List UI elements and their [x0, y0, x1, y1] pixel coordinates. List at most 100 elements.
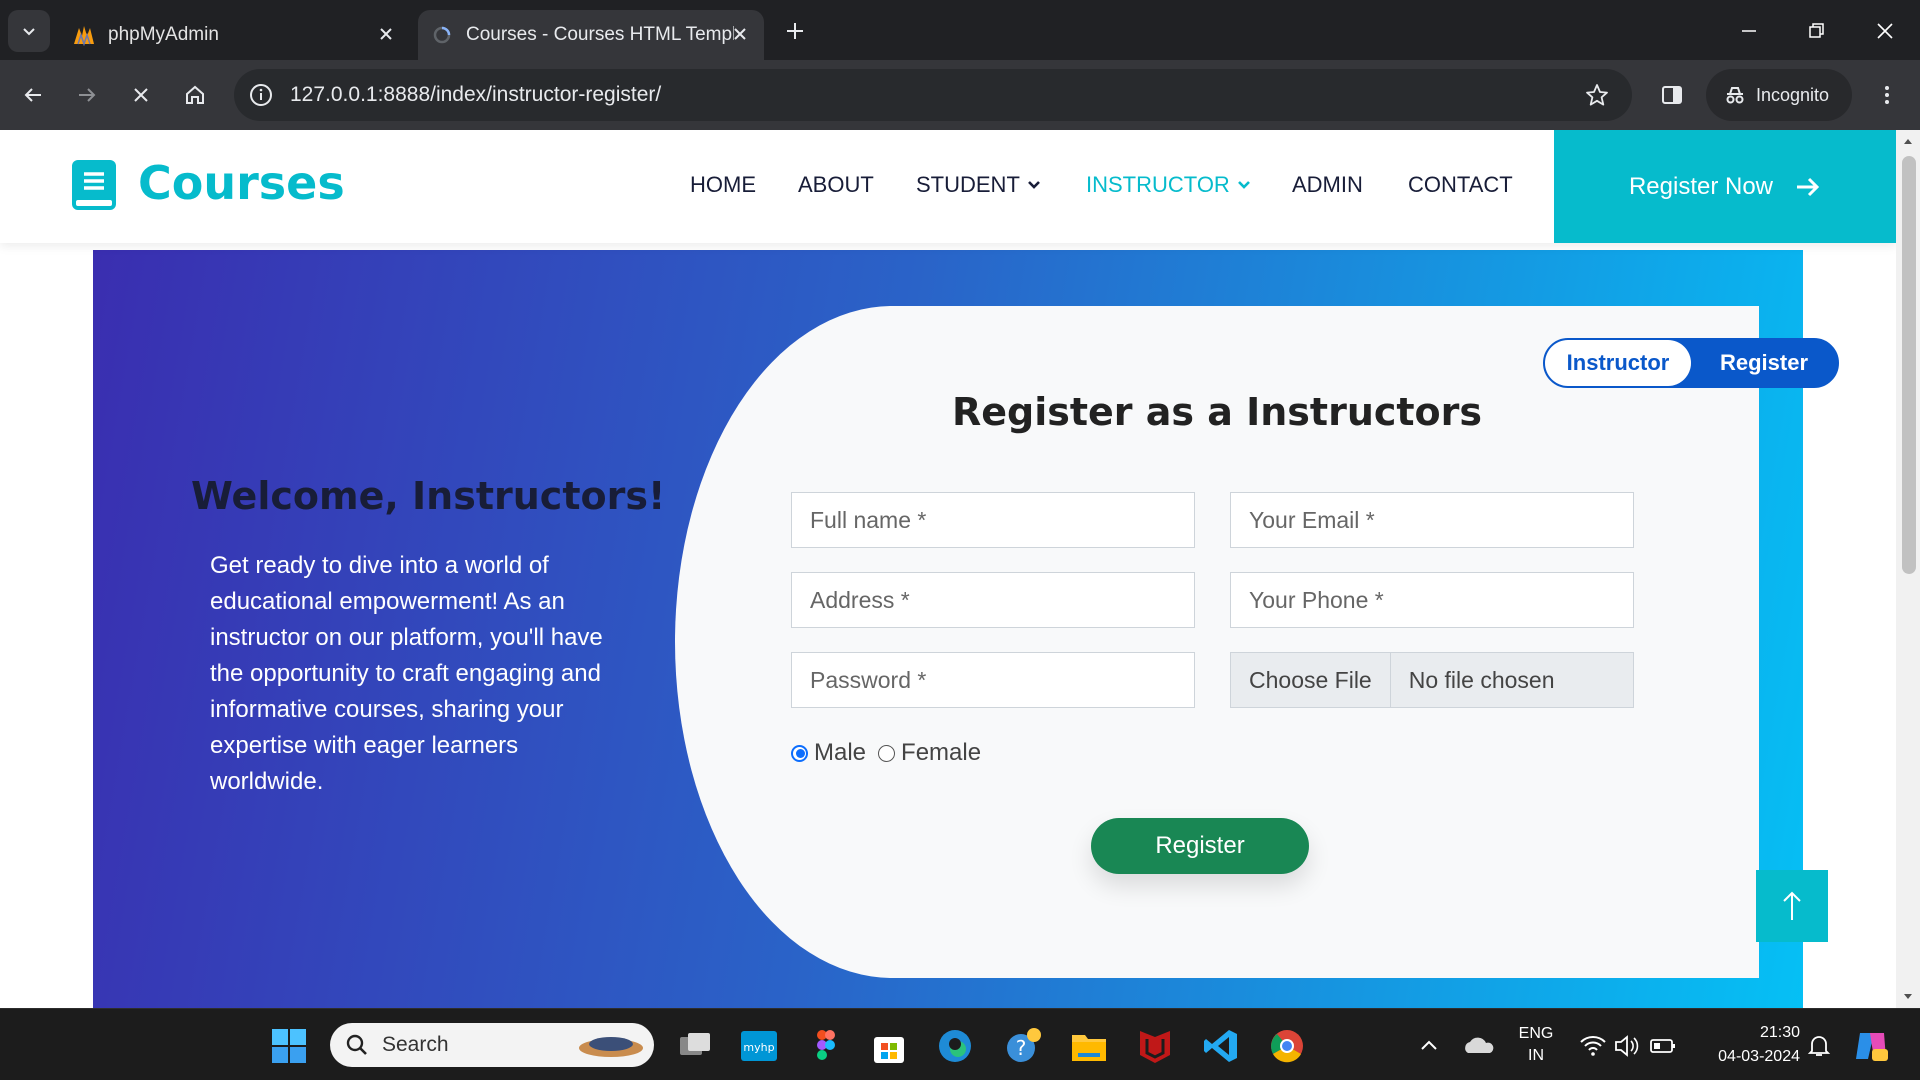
back-button[interactable]: [16, 78, 50, 112]
clock-date: 04-03-2024: [1718, 1048, 1800, 1065]
incognito-indicator[interactable]: Incognito: [1706, 69, 1852, 121]
file-explorer-icon[interactable]: [1070, 1027, 1108, 1065]
show-hidden-icons-icon[interactable]: [1412, 1027, 1446, 1065]
toggle-register[interactable]: Register: [1691, 340, 1837, 386]
url-text[interactable]: 127.0.0.1:8888/index/instructor-register…: [290, 83, 661, 107]
browser-toolbar: 127.0.0.1:8888/index/instructor-register…: [0, 60, 1920, 130]
minimize-button[interactable]: [1734, 16, 1764, 46]
tab-search-button[interactable]: [8, 10, 50, 52]
plus-icon: [787, 23, 803, 39]
file-input[interactable]: Choose File No file chosen: [1230, 652, 1634, 708]
search-highlight-icon: [579, 1037, 643, 1057]
male-radio[interactable]: [791, 744, 808, 762]
site-info-icon[interactable]: [248, 82, 274, 108]
tab-phpmyadmin[interactable]: phpMyAdmin: [62, 10, 410, 60]
incognito-icon: [1724, 84, 1746, 106]
chevron-down-icon: [23, 28, 35, 36]
more-vert-icon: [1885, 86, 1889, 104]
phone-input[interactable]: Your Phone *: [1230, 572, 1634, 628]
arrow-up-icon: [1783, 891, 1801, 920]
windows-start-icon[interactable]: [270, 1027, 308, 1065]
tab-courses[interactable]: Courses - Courses HTML Templ: [418, 10, 764, 60]
register-submit-button[interactable]: Register: [1091, 818, 1309, 874]
chevron-down-icon: [1027, 181, 1040, 189]
scrollbar-thumb[interactable]: [1902, 156, 1916, 574]
input-language-indicator[interactable]: ENG IN: [1518, 1023, 1554, 1067]
nav-label: HOME: [690, 172, 756, 197]
copilot-icon[interactable]: [1852, 1027, 1890, 1065]
browser-menu-button[interactable]: [1870, 78, 1904, 112]
page-viewport: Courses HOME ABOUT STUDENT INSTRUCTOR AD…: [0, 130, 1896, 1008]
lang-region: IN: [1528, 1047, 1544, 1064]
close-icon: [1877, 23, 1893, 39]
scroll-down-icon[interactable]: [1896, 990, 1920, 1004]
microsoft-store-icon[interactable]: [870, 1027, 908, 1065]
password-input[interactable]: Password *: [791, 652, 1195, 708]
scroll-up-icon[interactable]: [1896, 134, 1920, 148]
mcafee-icon[interactable]: [1136, 1027, 1174, 1065]
task-view-icon[interactable]: [676, 1027, 714, 1065]
volume-icon[interactable]: [1612, 1027, 1642, 1065]
nav-home[interactable]: HOME: [690, 172, 756, 198]
book-icon[interactable]: [72, 160, 116, 210]
edge-browser-icon[interactable]: [936, 1027, 974, 1065]
figma-app-icon[interactable]: [806, 1027, 844, 1065]
nav-admin[interactable]: ADMIN: [1292, 172, 1363, 198]
close-tab-icon[interactable]: [730, 24, 750, 44]
role-toggle[interactable]: Instructor Register: [1543, 338, 1839, 388]
myhp-app-icon[interactable]: myhp: [740, 1027, 778, 1065]
nav-student[interactable]: STUDENT: [916, 172, 1042, 198]
nav-contact[interactable]: CONTACT: [1408, 172, 1513, 198]
browser-tab-bar: phpMyAdmin Courses - Courses HTML Templ: [0, 0, 1920, 60]
wifi-icon[interactable]: [1578, 1027, 1608, 1065]
onedrive-icon[interactable]: [1460, 1027, 1498, 1065]
nav-about[interactable]: ABOUT: [798, 172, 874, 198]
notifications-icon[interactable]: [1804, 1027, 1834, 1065]
nav-label: CONTACT: [1408, 172, 1513, 197]
side-panel-icon: [1662, 86, 1682, 104]
close-tab-icon[interactable]: [376, 24, 396, 44]
windows-taskbar: Search myhp ? ENG IN 21:30 04-03-2024: [0, 1008, 1920, 1080]
form-title: Register as a Instructors: [951, 390, 1483, 434]
side-panel-button[interactable]: [1655, 78, 1689, 112]
tab-title: Courses - Courses HTML Templ: [466, 24, 734, 45]
lang-code: ENG: [1518, 1025, 1554, 1042]
system-clock[interactable]: 21:30 04-03-2024: [1700, 1021, 1800, 1069]
get-help-icon[interactable]: ?: [1004, 1027, 1042, 1065]
restore-button[interactable]: [1801, 16, 1831, 46]
home-button[interactable]: [178, 78, 212, 112]
bookmark-star-icon[interactable]: [1584, 82, 1610, 108]
address-input[interactable]: Address *: [791, 572, 1195, 628]
file-status: No file chosen: [1408, 666, 1555, 693]
gender-group: Male Female: [791, 739, 981, 767]
nav-label: STUDENT: [916, 172, 1020, 197]
back-to-top-button[interactable]: [1756, 870, 1828, 942]
male-label[interactable]: Male: [814, 739, 866, 767]
page-scrollbar[interactable]: [1896, 130, 1920, 1008]
email-input[interactable]: Your Email *: [1230, 492, 1634, 548]
forward-button[interactable]: [70, 78, 104, 112]
loading-spinner-icon: [432, 25, 452, 45]
chevron-down-icon: [1237, 181, 1250, 189]
new-tab-button[interactable]: [780, 16, 810, 46]
toggle-instructor[interactable]: Instructor: [1545, 340, 1691, 386]
vscode-icon[interactable]: [1202, 1027, 1240, 1065]
register-now-button[interactable]: Register Now: [1554, 130, 1896, 243]
female-radio[interactable]: [878, 744, 896, 762]
stop-loading-button[interactable]: [124, 78, 158, 112]
nav-instructor[interactable]: INSTRUCTOR: [1086, 172, 1252, 198]
address-bar[interactable]: 127.0.0.1:8888/index/instructor-register…: [234, 69, 1632, 121]
svg-text:myhp: myhp: [743, 1041, 774, 1054]
register-now-label: Register Now: [1628, 172, 1774, 200]
brand-logo[interactable]: Courses: [138, 156, 345, 210]
female-label[interactable]: Female: [901, 739, 981, 767]
full-name-input[interactable]: Full name *: [791, 492, 1195, 548]
restore-icon: [1809, 23, 1824, 38]
close-window-button[interactable]: [1870, 16, 1900, 46]
minimize-icon: [1742, 30, 1756, 32]
home-icon: [186, 85, 204, 104]
chrome-browser-icon[interactable]: [1268, 1027, 1306, 1065]
choose-file-button[interactable]: Choose File: [1231, 653, 1391, 707]
taskbar-search[interactable]: Search: [330, 1023, 654, 1067]
battery-icon[interactable]: [1648, 1027, 1678, 1065]
